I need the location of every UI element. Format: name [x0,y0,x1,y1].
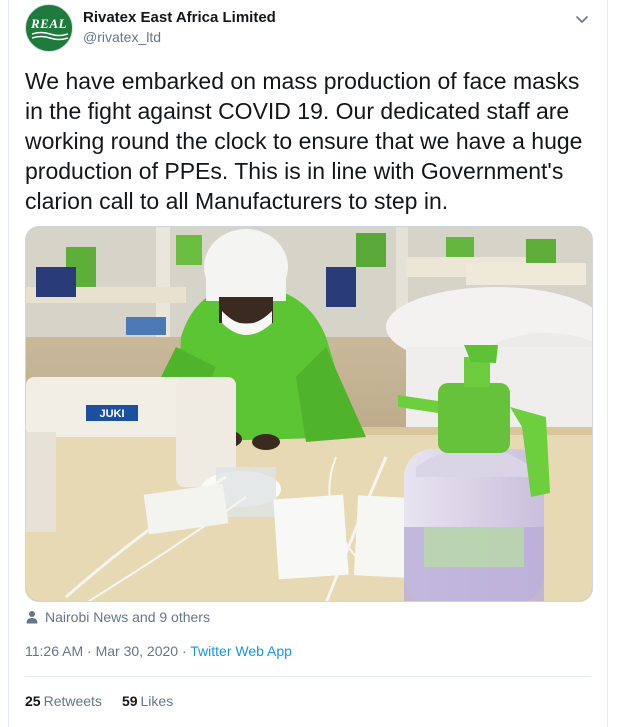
tweet-header: REAL Rivatex East Africa Limited @rivate… [25,4,591,52]
logo-waves-icon [32,31,68,41]
tweet-text: We have embarked on mass production of f… [25,68,583,214]
display-name[interactable]: Rivatex East Africa Limited [83,8,276,27]
chevron-down-icon[interactable] [573,10,591,28]
likes-label: Likes [140,693,174,709]
tweet-date[interactable]: Mar 30, 2020 [96,643,179,659]
tweet-stats: 25 Retweets 59 Likes [25,693,173,709]
source-app-link[interactable]: Twitter Web App [190,643,292,659]
tweet-meta: 11:26 AM · Mar 30, 2020 · Twitter Web Ap… [25,643,292,659]
machine-brand-label: JUKI [99,408,124,420]
tweet-photo[interactable]: JUKI [25,226,593,602]
avatar[interactable]: REAL [25,4,73,52]
account-names: Rivatex East Africa Limited @rivatex_ltd [83,8,276,47]
meta-separator: · [87,643,92,659]
retweets-count: 25 [25,693,41,709]
retweets-label: Retweets [43,693,102,709]
tagged-users-text: Nairobi News and 9 others [45,609,210,625]
likes-stat[interactable]: 59 Likes [122,693,173,709]
tagged-users[interactable]: Nairobi News and 9 others [25,609,210,625]
tweet-time[interactable]: 11:26 AM [25,643,83,659]
likes-count: 59 [121,693,138,709]
retweets-stat[interactable]: 25 Retweets [25,693,102,709]
meta-separator-2: · [181,643,187,659]
photo-illustration: JUKI [26,227,592,601]
avatar-logo-text: REAL [31,16,67,31]
person-icon [26,611,38,624]
tweet-card: REAL Rivatex East Africa Limited @rivate… [8,0,608,727]
account-handle[interactable]: @rivatex_ltd [83,28,276,47]
divider [25,676,591,677]
